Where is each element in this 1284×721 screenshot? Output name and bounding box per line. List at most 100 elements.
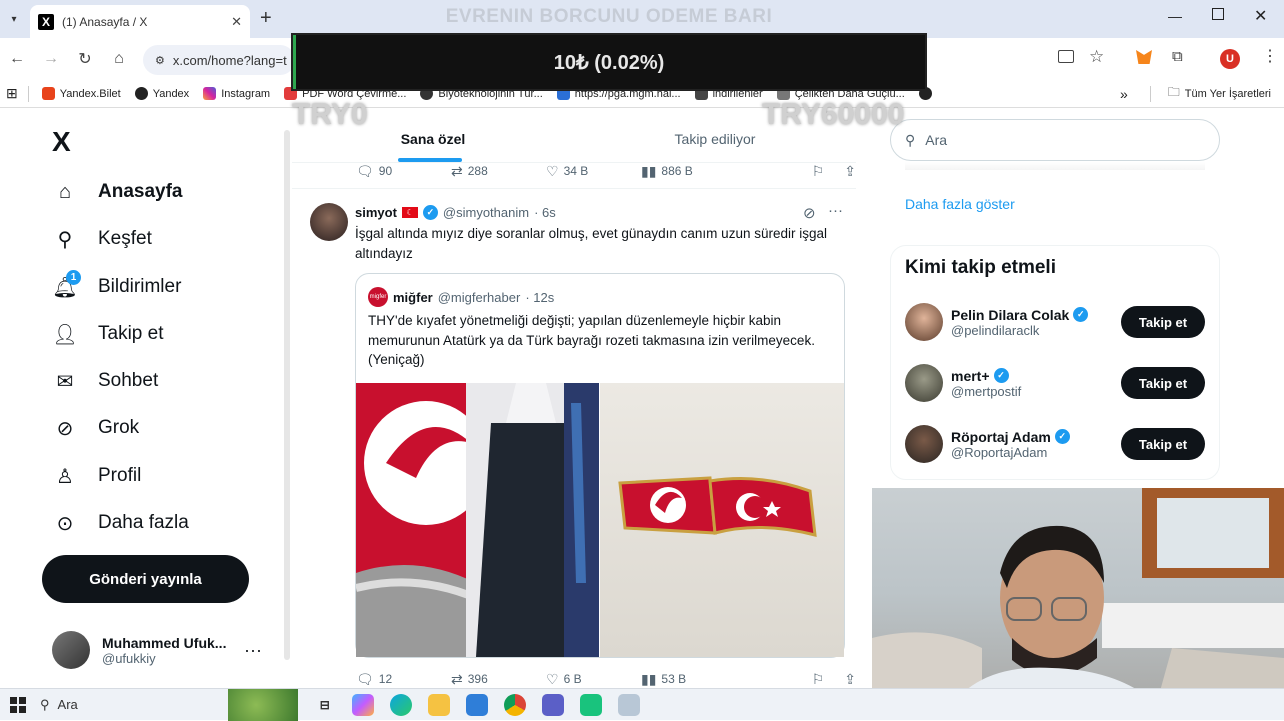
follow-button[interactable]: Takip et xyxy=(1121,306,1205,338)
minimize-icon[interactable]: — xyxy=(1168,8,1182,24)
account-switcher[interactable]: Muhammed Ufuk... @ufukkiy xyxy=(52,628,272,672)
app-icon[interactable] xyxy=(579,693,602,716)
instagram-icon xyxy=(203,87,217,100)
task-view-icon[interactable]: ⊟ xyxy=(314,694,336,716)
nav-grok[interactable]: ⊘ Grok xyxy=(52,415,140,441)
tweet-author-handle[interactable]: @simyothanim xyxy=(443,205,529,220)
suggestion-avatar xyxy=(905,425,943,463)
account-name: Muhammed Ufuk... xyxy=(102,634,227,651)
account-more-icon[interactable]: ··· xyxy=(244,640,262,661)
bookmarks-overflow-icon[interactable]: » xyxy=(1120,86,1128,102)
previous-tweet-actions: 🗨︎ 90 ⇄ 288 ♡ 34 B ▮▮ 886 B ⚐ ⇪ xyxy=(356,162,856,180)
scrollbar[interactable] xyxy=(284,130,290,660)
nav-profile[interactable]: ♙ Profil xyxy=(52,463,141,489)
windows-start-icon[interactable] xyxy=(10,696,26,713)
bookmark-yandex[interactable]: Yandex xyxy=(128,87,197,100)
more-icon[interactable]: ··· xyxy=(828,202,843,219)
quoted-tweet-text: THY'de kıyafet yönetmeliği değişti; yapı… xyxy=(368,313,815,367)
reply-button[interactable]: 🗨︎ 90 xyxy=(356,163,451,180)
verified-icon: ✓ xyxy=(1073,307,1089,322)
show-more-link[interactable]: Daha fazla göster xyxy=(905,196,1015,212)
share-icon[interactable]: ⇪ xyxy=(844,163,856,180)
browser-tab[interactable]: X (1) Anasayfa / X ✕ xyxy=(30,5,250,38)
tweet-time[interactable]: · 6s xyxy=(534,205,556,220)
folder-icon: 🗀 xyxy=(1167,85,1180,99)
weather-widget-icon[interactable] xyxy=(227,688,298,721)
store-icon[interactable] xyxy=(465,693,488,716)
x-logo-icon[interactable]: X xyxy=(52,126,71,158)
quoted-tweet-header: migfer miğfer @migferhaber · 12s xyxy=(368,287,554,307)
tab-list-icon[interactable]: ▾ xyxy=(4,9,24,29)
repost-icon: ⇄ xyxy=(451,162,463,179)
install-app-icon[interactable] xyxy=(1058,50,1074,63)
app-icon[interactable] xyxy=(617,693,640,716)
tweet-author-name[interactable]: simyot xyxy=(355,205,397,220)
address-bar[interactable]: ⚙ x.com/home?lang=t xyxy=(143,45,295,75)
repost-button[interactable]: ⇄ 288 xyxy=(451,163,546,180)
all-bookmarks[interactable]: 🗀 Tüm Yer İşaretleri xyxy=(1161,83,1278,104)
copilot-icon[interactable] xyxy=(351,693,374,716)
account-avatar xyxy=(52,631,90,669)
nav-follow[interactable]: 👤︎ Takip et xyxy=(52,321,163,347)
nav-messages[interactable]: ✉ Sohbet xyxy=(52,368,159,394)
bookmark-instagram[interactable]: Instagram xyxy=(196,87,277,100)
yandex-bilet-icon xyxy=(41,87,55,100)
bookmark-yandex-bilet[interactable]: Yandex.Bilet xyxy=(35,87,128,100)
quoted-tweet-time: · 12s xyxy=(525,289,555,305)
follow-button[interactable]: Takip et xyxy=(1121,428,1205,460)
like-button[interactable]: ♡ 34 B xyxy=(546,163,641,180)
suggestion-item[interactable]: mert+ ✓ @mertpostif Takip et xyxy=(905,363,1205,403)
tweet-image-cabin-uniform[interactable] xyxy=(356,383,599,657)
account-handle: @ufukkiy xyxy=(102,650,156,666)
tweet-author-avatar[interactable] xyxy=(310,203,348,241)
post-button[interactable]: Gönderi yayınla xyxy=(42,555,249,603)
heart-icon: ♡ xyxy=(546,670,559,687)
nav-more[interactable]: ⊙ Daha fazla xyxy=(52,510,189,536)
divider xyxy=(292,188,856,189)
taskbar-search[interactable]: ⚲ Ara xyxy=(40,697,78,713)
suggestion-avatar xyxy=(905,303,943,341)
follow-button[interactable]: Takip et xyxy=(1121,367,1205,399)
suggestion-item[interactable]: Röportaj Adam ✓ @RoportajAdam Takip et xyxy=(905,424,1205,464)
new-tab-button[interactable]: + xyxy=(260,7,272,30)
notification-badge: 1 xyxy=(66,270,81,285)
forward-icon[interactable]: → xyxy=(34,42,68,76)
close-tab-icon[interactable]: ✕ xyxy=(231,14,242,30)
views-button[interactable]: ▮▮ 886 B xyxy=(641,163,736,180)
reload-icon[interactable]: ↻ xyxy=(68,42,102,76)
search-input[interactable]: ⚲ Ara xyxy=(890,119,1220,161)
bookmark-icon[interactable]: ⚐ xyxy=(812,671,825,688)
apps-grid-icon[interactable]: ⊞ xyxy=(6,85,18,102)
file-explorer-icon[interactable] xyxy=(427,693,450,716)
share-icon[interactable]: ⇪ xyxy=(844,671,856,688)
nav-home[interactable]: ⌂ Anasayfa xyxy=(52,179,183,205)
browser-menu-icon[interactable]: ⋮ xyxy=(1262,46,1278,66)
profile-avatar[interactable]: U xyxy=(1220,49,1240,69)
teams-icon[interactable] xyxy=(541,693,564,716)
site-info-icon[interactable]: ⚙ xyxy=(155,54,165,67)
suggestion-item[interactable]: Pelin Dilara Colak ✓ @pelindilaraclk Taki… xyxy=(905,302,1205,342)
bookmark-icon[interactable]: ⚐ xyxy=(812,163,825,180)
repost-button[interactable]: ⇄ 396 xyxy=(451,671,546,688)
reply-button[interactable]: 🗨︎ 12 xyxy=(356,671,451,688)
grok-icon[interactable]: ⊘ xyxy=(803,204,816,222)
home-icon[interactable]: ⌂ xyxy=(102,42,136,76)
windows-taskbar: ⚲ Ara ⊟ xyxy=(0,688,1284,721)
views-icon: ▮▮ xyxy=(641,162,657,179)
quoted-author-handle: @migferhaber xyxy=(437,289,521,305)
suggestion-avatar xyxy=(905,364,943,402)
chrome-icon[interactable] xyxy=(503,693,526,716)
bookmark-star-icon[interactable]: ☆ xyxy=(1089,47,1104,67)
views-button[interactable]: ▮▮ 53 B xyxy=(641,671,736,688)
like-button[interactable]: ♡ 6 B xyxy=(546,671,641,688)
close-window-icon[interactable]: ✕ xyxy=(1254,6,1267,26)
yandex-icon xyxy=(134,87,148,100)
maximize-icon[interactable] xyxy=(1212,8,1224,20)
nav-explore[interactable]: ⚲ Keşfet xyxy=(52,226,152,252)
back-icon[interactable]: ← xyxy=(0,42,34,76)
donation-amount: 10₺ (0.02%) xyxy=(553,52,665,74)
webcam-overlay xyxy=(872,488,1284,720)
tweet-image-flag-pin[interactable] xyxy=(600,383,844,657)
extensions-icon[interactable]: ⧉ xyxy=(1172,48,1183,65)
edge-icon[interactable] xyxy=(389,693,412,716)
